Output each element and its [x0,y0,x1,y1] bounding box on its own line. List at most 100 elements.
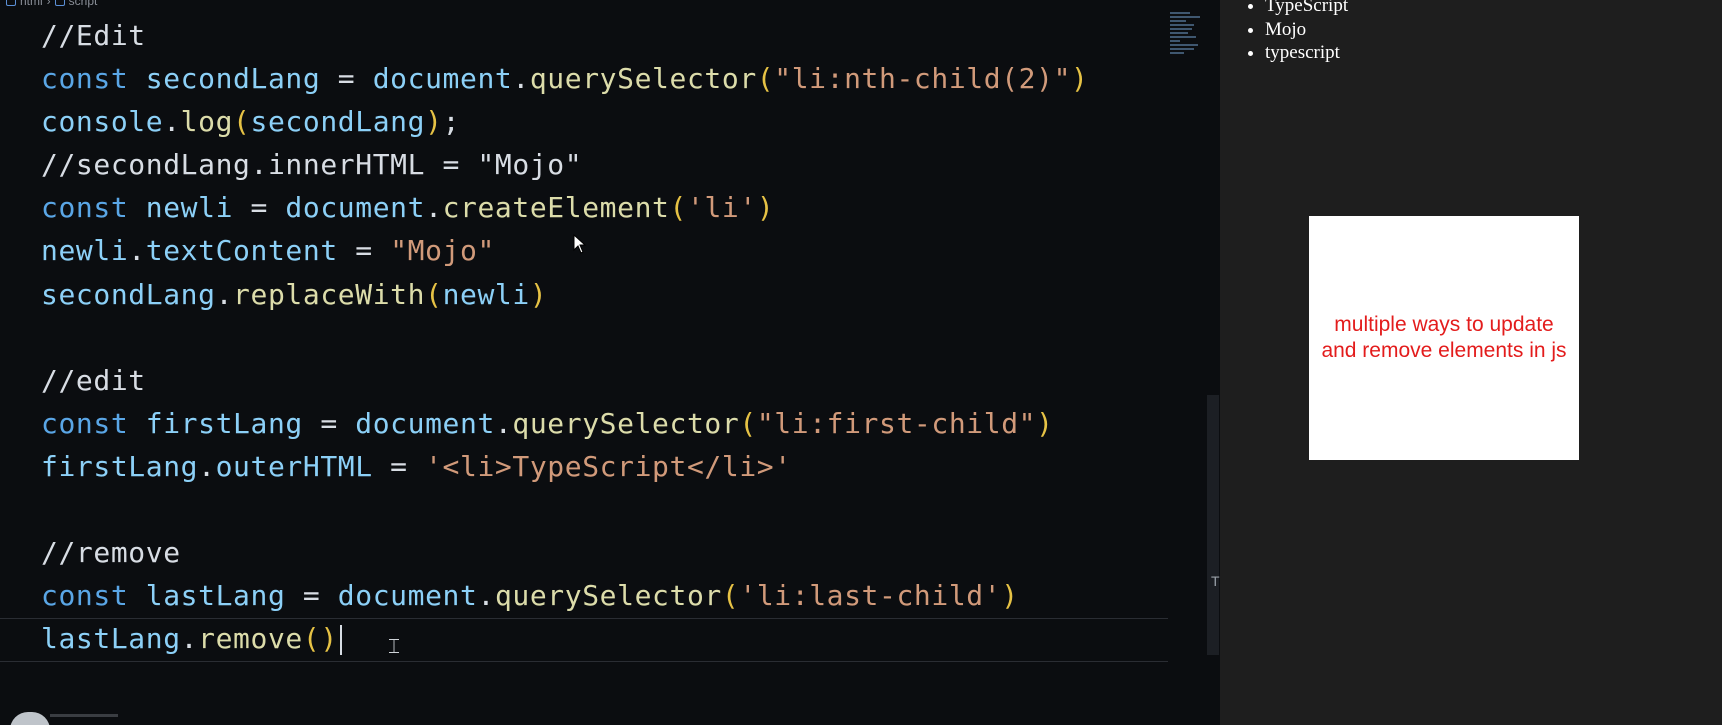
code-token: const [41,191,146,225]
code-token: 'li' [686,191,757,225]
code-token: '<li>TypeScript</li>' [425,449,792,483]
code-token: ( [721,579,740,613]
code-token: //secondLang.innerHTML = "Mojo" [41,148,583,182]
code-line[interactable]: lastLang.remove() [41,617,1089,660]
code-token: querySelector [512,406,740,440]
code-token: ) [1071,62,1089,96]
code-line[interactable]: const newli = document.createElement('li… [41,186,1089,229]
code-token: = [302,406,356,440]
code-token: const [41,62,146,96]
code-token: = [233,191,286,225]
code-token: lastLang [41,622,181,656]
code-token: ( [739,406,757,440]
code-token: . [494,406,513,440]
chevron-right-icon: › [46,0,51,8]
code-token: ) [1036,406,1054,440]
mouse-pointer-icon [573,234,587,254]
code-line[interactable]: const lastLang = document.querySelector(… [41,574,1089,617]
breadcrumb: html › script [6,0,97,8]
html-tag-icon [6,0,16,6]
code-token: querySelector [494,579,722,613]
code-token: . [128,234,146,268]
code-token: ( [233,105,251,139]
code-token: . [425,191,443,225]
code-token: document [337,579,478,613]
code-token: ( [669,191,687,225]
breadcrumb-item-html[interactable]: html [20,0,43,8]
code-token: lastLang [145,579,286,613]
code-token: const [41,579,146,613]
code-token: = [320,62,373,96]
code-token: remove [198,622,303,656]
code-token: . [215,277,234,311]
code-line[interactable]: console.log(secondLang); [41,100,1089,143]
title-card: multiple ways to update and remove eleme… [1309,216,1579,460]
code-token: 'li:last-child' [739,579,1002,613]
code-token: firstLang [41,449,199,483]
vertical-scrollbar[interactable] [1207,395,1219,655]
code-token: document [355,406,495,440]
code-line[interactable] [41,316,1089,359]
code-token: "li:first-child" [756,406,1037,440]
code-token: createElement [442,191,670,225]
code-line[interactable]: //Edit [41,14,1089,57]
code-token: textContent [145,234,338,268]
code-token: () [302,622,338,656]
code-token: secondLang [145,62,321,96]
code-token: = [372,449,426,483]
code-token: //edit [41,363,146,397]
code-token: ) [756,191,775,225]
code-token: outerHTML [215,449,373,483]
code-line[interactable]: const firstLang = document.querySelector… [41,402,1089,445]
text-cursor-icon: ⌶ [388,634,400,658]
code-line[interactable]: firstLang.outerHTML = '<li>TypeScript</l… [41,445,1089,488]
code-token: . [198,449,216,483]
code-token: console [41,105,164,139]
code-token: secondLang [250,105,426,139]
code-token: newli [145,191,234,225]
code-token: document [372,62,513,96]
code-token: ) [1001,579,1019,613]
code-editor[interactable]: html › script //Edit const secondLang = d… [0,0,1220,725]
code-token: . [180,622,199,656]
code-token: secondLang [41,277,216,311]
code-line[interactable]: secondLang.replaceWith(newli) [41,273,1089,316]
breadcrumb-item-script[interactable]: script [69,0,98,8]
code-line[interactable]: newli.textContent = "Mojo" [41,229,1089,272]
code-token: = [337,234,391,268]
code-token: ( [425,277,443,311]
code-token: "Mojo" [390,234,495,268]
code-token: log [180,105,234,139]
code-token: const [41,406,146,440]
language-list: TypeScript Mojo typescript [1220,0,1348,65]
code-token: querySelector [529,62,757,96]
code-token: . [477,579,495,613]
code-token: replaceWith [233,277,426,311]
list-item: typescript [1265,41,1348,65]
webcam-overlay [0,710,118,725]
code-token: ; [442,105,461,139]
code-token: document [285,191,426,225]
text-caret [339,625,342,656]
code-token: . [163,105,181,139]
code-token: ) [425,105,443,139]
code-token: ( [756,62,775,96]
code-token: . [512,62,530,96]
code-content[interactable]: //Edit const secondLang = document.queryS… [41,14,1089,660]
script-tag-icon [54,0,65,6]
title-card-text: multiple ways to update and remove eleme… [1321,313,1567,362]
code-line[interactable]: const secondLang = document.querySelecto… [41,57,1089,100]
code-line[interactable]: //secondLang.innerHTML = "Mojo" [41,143,1089,186]
code-token: "li:nth-child(2)" [774,62,1072,96]
scrollbar-marker: T [1211,573,1220,589]
code-token: = [285,579,338,613]
code-line[interactable] [41,488,1089,531]
code-line[interactable]: //remove [41,531,1089,574]
code-line[interactable]: //edit [41,359,1089,402]
code-token: //remove [41,536,181,570]
code-token: ) [529,277,548,311]
minimap[interactable] [1170,12,1204,60]
list-item: TypeScript [1265,0,1348,18]
code-token: //Edit [41,19,146,52]
code-token: firstLang [145,406,303,440]
